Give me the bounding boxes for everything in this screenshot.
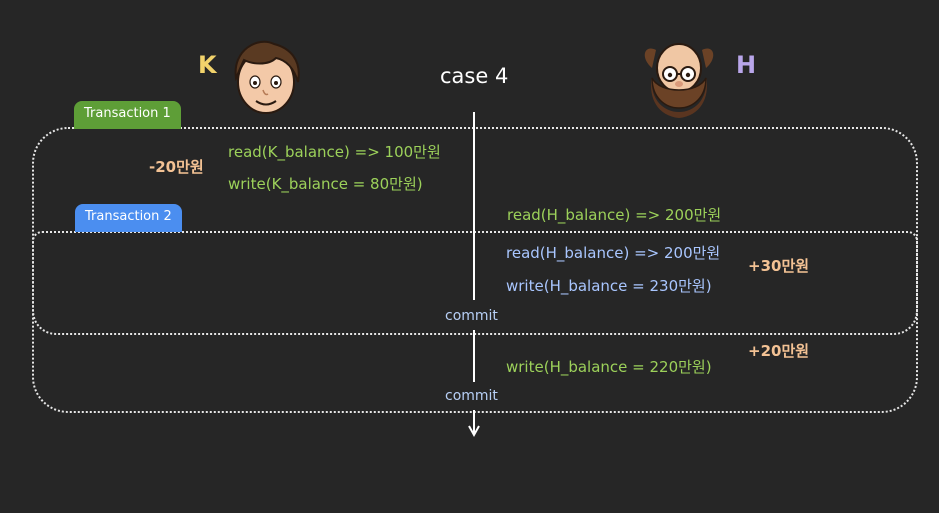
t1-write-h-op: write(H_balance = 220만원) [506,358,712,376]
actor-k-letter: K [198,51,217,79]
t1-read-k-op: read(K_balance) => 100만원 [228,143,441,161]
h-delta-plus30: +30만원 [748,257,810,275]
t1-read-h-op: read(H_balance) => 200만원 [507,206,722,224]
t2-write-h-op: write(H_balance = 230만원) [506,277,712,295]
k-delta-minus: -20만원 [149,158,204,176]
k-avatar-icon [234,40,300,114]
t1-write-k-op: write(K_balance = 80만원) [228,175,423,193]
t1-commit-label: commit [445,388,498,404]
h-avatar-icon [644,43,714,118]
actor-h-letter: H [736,51,757,79]
t2-commit-label: commit [445,308,498,324]
case-title: case 4 [440,64,509,88]
t2-read-h-op: read(H_balance) => 200만원 [506,244,721,262]
transaction-2-tab: Transaction 2 [75,204,182,232]
transaction-1-tab: Transaction 1 [74,101,181,129]
h-delta-plus20: +20만원 [748,342,810,360]
